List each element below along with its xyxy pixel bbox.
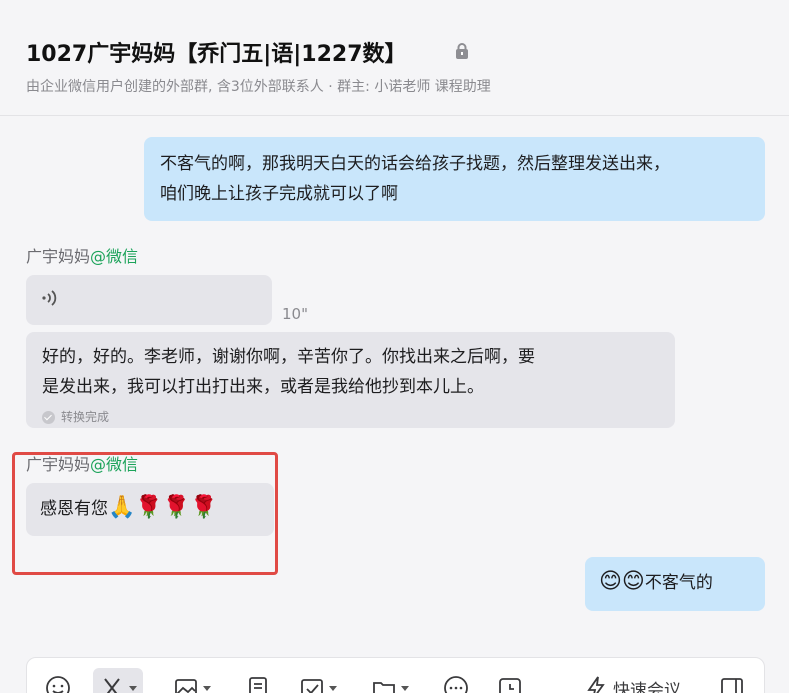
message-list[interactable]: 不客气的啊，那我明天白天的话会给孩子找题，然后整理发送出来， 咱们晚上让孩子完成… xyxy=(0,117,789,657)
check-icon xyxy=(42,410,55,424)
message-bubble-outgoing[interactable]: 不客气的啊，那我明天白天的话会给孩子找题，然后整理发送出来， 咱们晚上让孩子完成… xyxy=(144,137,765,221)
emoji-button[interactable] xyxy=(45,668,71,693)
chat-record-button[interactable] xyxy=(443,668,469,693)
composer-toolbar: 快速会议 xyxy=(26,657,765,693)
document-icon xyxy=(249,677,267,693)
schedule-button[interactable] xyxy=(299,668,337,693)
sidebar-icon xyxy=(721,678,743,693)
message-bubble-outgoing[interactable]: 😊😊不客气的 xyxy=(585,557,765,611)
emoji-icon xyxy=(46,676,70,693)
calendar-check-icon xyxy=(301,679,323,693)
chevron-down-icon[interactable] xyxy=(401,685,409,691)
image-icon xyxy=(175,679,197,693)
sidebar-toggle-button[interactable] xyxy=(719,668,745,693)
chevron-down-icon[interactable] xyxy=(203,685,211,691)
screenshot-button[interactable] xyxy=(93,668,143,693)
chat-title[interactable]: 1027广宇妈妈【乔门五|语|1227数】 xyxy=(26,36,407,68)
transcript-text-line: 好的，好的。李老师，谢谢你啊，辛苦你了。你找出来之后啊，要 xyxy=(42,347,535,367)
quick-meeting-button[interactable]: 快速会议 xyxy=(583,668,681,693)
sender-label: 广宇妈妈@微信 xyxy=(26,243,138,267)
highlight-annotation-box xyxy=(12,452,278,575)
chat-bubble-icon xyxy=(444,676,468,693)
voice-wave-icon xyxy=(42,290,57,306)
folder-icon xyxy=(373,682,395,693)
message-text-line: 咱们晚上让孩子完成就可以了啊 xyxy=(160,184,398,204)
sender-name[interactable]: 广宇妈妈 xyxy=(26,247,90,266)
quick-meeting-label: 快速会议 xyxy=(613,680,681,693)
message-text-line: 不客气的啊，那我明天白天的话会给孩子找题，然后整理发送出来， xyxy=(160,154,670,174)
clock-icon xyxy=(499,678,521,693)
voice-duration: 10" xyxy=(282,305,308,323)
convert-status: 转换完成 xyxy=(42,402,109,432)
history-button[interactable] xyxy=(497,668,523,693)
scissors-icon xyxy=(104,678,120,693)
lock-icon xyxy=(456,43,468,59)
folder-button[interactable] xyxy=(371,668,409,693)
sender-source: @微信 xyxy=(90,247,139,266)
message-text: 不客气的 xyxy=(644,573,713,593)
convert-status-label: 转换完成 xyxy=(61,410,110,424)
document-button[interactable] xyxy=(245,668,271,693)
chevron-down-icon[interactable] xyxy=(129,685,137,691)
smile-emojis: 😊😊 xyxy=(599,569,645,594)
transcript-text-line: 是发出来，我可以打出打出来，或者是我给他抄到本儿上。 xyxy=(42,377,484,397)
chat-subtitle: 由企业微信用户创建的外部群, 含3位外部联系人 · 群主: 小诺老师 课程助理 xyxy=(26,79,491,95)
image-button[interactable] xyxy=(173,668,211,693)
voice-transcript-bubble[interactable]: 好的，好的。李老师，谢谢你啊，辛苦你了。你找出来之后啊，要 是发出来，我可以打出… xyxy=(26,332,675,428)
voice-message-bubble[interactable] xyxy=(26,275,272,325)
chevron-down-icon[interactable] xyxy=(329,685,337,691)
chat-header: 1027广宇妈妈【乔门五|语|1227数】 由企业微信用户创建的外部群, 含3位… xyxy=(0,0,789,116)
lightning-icon xyxy=(587,676,605,693)
